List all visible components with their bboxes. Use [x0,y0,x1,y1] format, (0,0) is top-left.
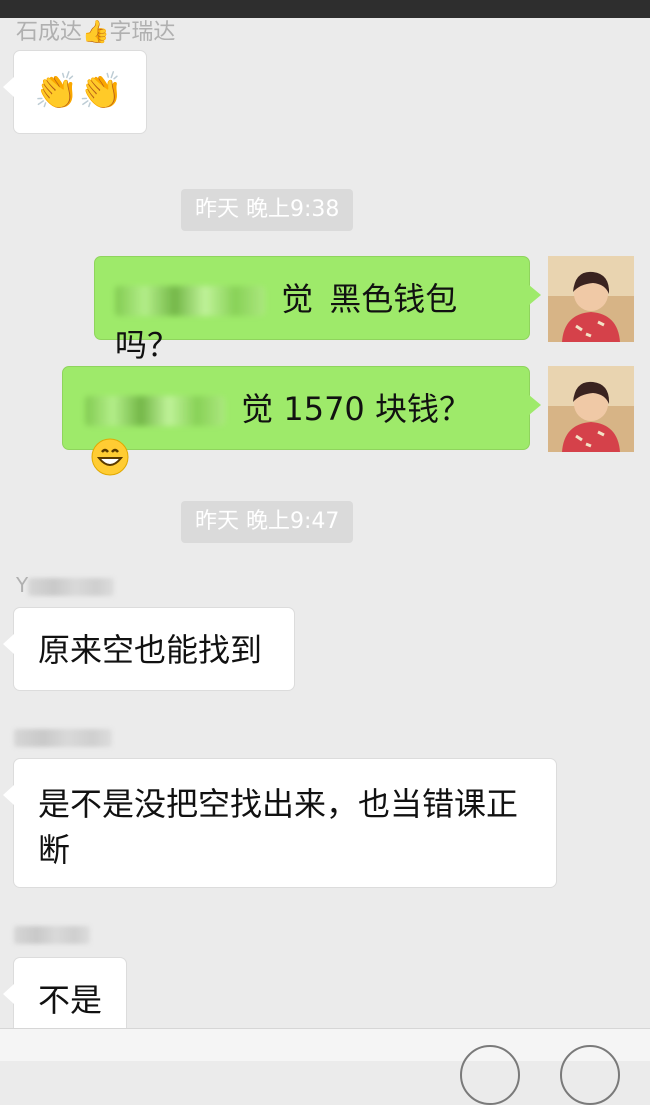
avatar-image [548,256,634,342]
more-options-button[interactable] [560,1045,620,1105]
blurred-text-redaction [85,396,225,426]
message-bubble-incoming[interactable]: 原来空也能找到 [3,607,295,691]
message-bubble-outgoing[interactable]: 觉黑色钱包吗？ [94,256,541,364]
status-bar [0,0,650,18]
blurred-sender-name [14,729,112,747]
sender-name: 石成达👍字瑞达 [16,20,176,45]
message-bubble-outgoing[interactable]: 觉 1570 块钱？ [62,366,541,476]
timestamp: 昨天 晚上9:38 [181,189,354,231]
chat-message-list[interactable]: 石成达👍字瑞达 👏👏 昨天 晚上9:38 觉黑色钱包吗？ 觉 1570 块钱？ [0,18,650,1028]
blurred-sender-name [14,926,90,944]
input-toolbar [0,1028,650,1105]
blurred-sender-name [28,578,114,596]
sender-name-initial: Y [16,573,29,597]
user-avatar[interactable] [548,366,634,452]
avatar-image [548,366,634,452]
message-bubble-incoming[interactable]: 是不是没把空找出来，也当错课正断 [3,758,557,888]
user-avatar[interactable] [548,256,634,342]
message-bubble-incoming[interactable]: 👏👏 [3,50,147,134]
emoji-button[interactable] [460,1045,520,1105]
grinning-face-icon [91,438,129,476]
partial-character: 觉 [281,280,314,318]
blurred-text-redaction [115,286,265,316]
timestamp: 昨天 晚上9:47 [181,501,354,543]
message-bubble-incoming[interactable]: 不是 [3,957,127,1028]
message-text: 觉 1570 块钱？ [241,390,471,428]
